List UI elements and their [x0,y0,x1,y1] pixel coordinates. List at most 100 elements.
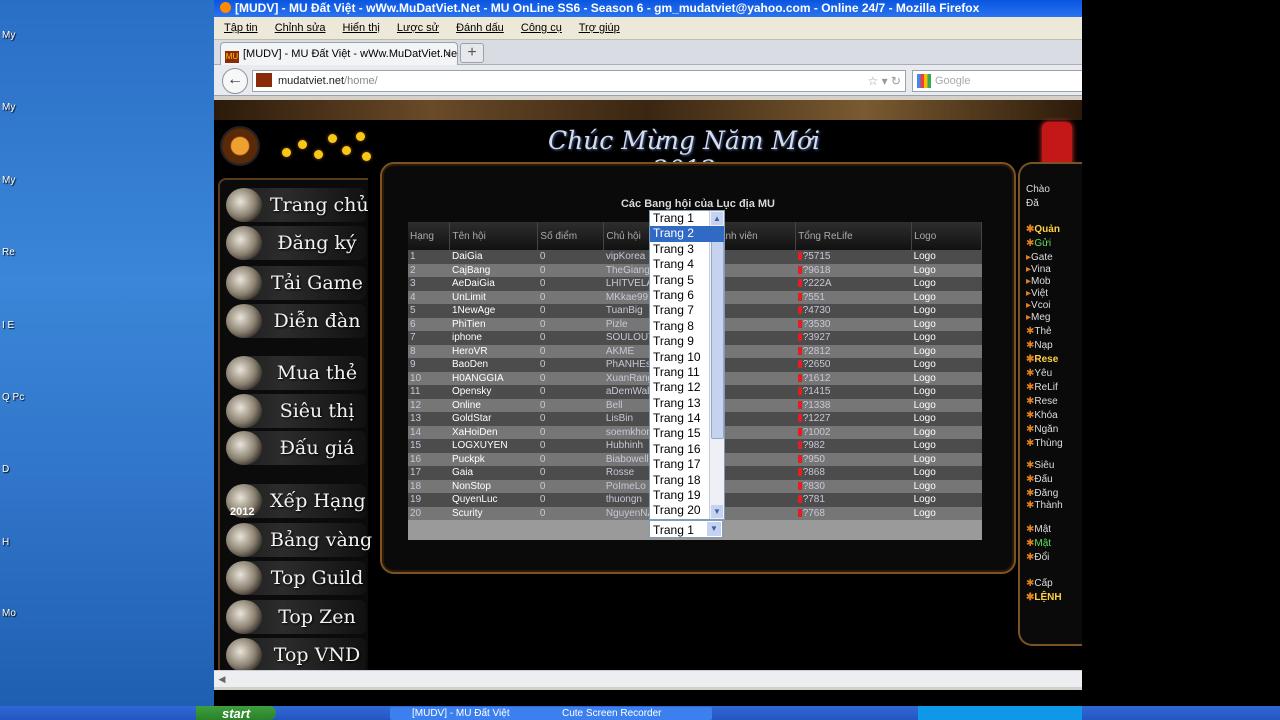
dropdown-option[interactable]: Trang 1 [650,211,724,226]
nav-top-zen[interactable]: Top Zen [226,600,366,634]
nav-top-vnd[interactable]: Top VND [226,638,366,670]
page-select-dropdown[interactable]: ▲ ▼ Trang 1 Trang 2 Trang 3 Trang 4 Trang 5T… [649,210,725,520]
sidebar-link[interactable]: ✱Rese [1026,354,1058,365]
dropdown-option[interactable]: Trang 20 [650,503,724,518]
dropdown-option[interactable]: Trang 6 [650,288,724,303]
guild-logo-link[interactable]: Logo [911,425,982,439]
sidebar-link[interactable]: ✱Cấp [1026,578,1053,589]
desktop-icon-label[interactable]: I E [2,320,14,331]
search-box[interactable]: Google [912,70,1082,92]
guild-logo-link[interactable]: Logo [911,263,982,277]
sidebar-link[interactable]: ✱Đăng [1026,488,1058,499]
sidebar-link[interactable]: ✱Thành [1026,500,1063,511]
sidebar-link[interactable]: ✱ReLif [1026,382,1058,393]
dropdown-option[interactable]: Trang 14 [650,411,724,426]
sidebar-link[interactable]: ✱Gửi [1026,238,1051,249]
sidebar-link[interactable]: ✱Ngăn [1026,424,1058,435]
guild-logo-link[interactable]: Logo [911,331,982,345]
window-titlebar[interactable]: [MUDV] - MU Đất Việt - wWw.MuDatViet.Net… [214,0,1082,17]
menu-bookmarks[interactable]: Đánh dấu [456,22,504,34]
close-tab-icon[interactable]: × [445,43,451,65]
menu-file[interactable]: Tập tin [224,22,258,34]
guild-logo-link[interactable]: Logo [911,466,982,480]
dropdown-option[interactable]: Trang 19 [650,488,724,503]
horizontal-scrollbar[interactable]: ◀ [214,670,1082,687]
desktop-icon-label[interactable]: My [2,102,15,113]
menu-edit[interactable]: Chỉnh sửa [275,22,326,34]
menu-help[interactable]: Trợ giúp [579,22,620,34]
new-tab-button[interactable]: + [460,43,484,63]
nav-auction[interactable]: Đấu giá [226,431,366,465]
dropdown-option[interactable]: Trang 12 [650,380,724,395]
guild-logo-link[interactable]: Logo [911,493,982,507]
nav-forum[interactable]: Diễn đàn [226,304,366,338]
guild-logo-link[interactable]: Logo [911,250,982,264]
sidebar-link[interactable]: ✱Nạp [1026,340,1053,351]
sidebar-link[interactable]: ▸Meg [1026,312,1050,323]
sidebar-link[interactable]: ✱Đấu [1026,474,1053,485]
dropdown-option[interactable]: Trang 15 [650,426,724,441]
guild-logo-link[interactable]: Logo [911,290,982,304]
sidebar-link[interactable]: ✱Siêu [1026,460,1054,471]
sidebar-link[interactable]: ▸Mob [1026,276,1050,287]
bookmark-star-icon[interactable]: ☆ ▾ ↻ [867,71,901,91]
guild-logo-link[interactable]: Logo [911,371,982,385]
nav-home[interactable]: Trang chủ [226,188,369,222]
guild-logo-link[interactable]: Logo [911,344,982,358]
sidebar-link[interactable]: ✱Đổi [1026,552,1049,563]
back-button[interactable]: ← [222,68,248,94]
dropdown-option[interactable]: Trang 4 [650,257,724,272]
taskbar-item-browser[interactable]: [MUDV] - MU Đất Việt [390,707,552,720]
dropdown-option[interactable]: Trang 13 [650,396,724,411]
guild-logo-link[interactable]: Logo [911,479,982,493]
menu-view[interactable]: Hiển thị [343,22,380,34]
sidebar-link[interactable]: ✱Quản [1026,224,1060,235]
desktop-icon-label[interactable]: Re [2,247,15,258]
dropdown-option[interactable]: Trang 3 [650,242,724,257]
nav-download[interactable]: Tải Game [226,266,366,300]
page-select[interactable]: Trang 1 ▼ [649,520,723,538]
taskbar-item-recorder[interactable]: Cute Screen Recorder [540,707,712,720]
sidebar-link[interactable]: ▸Vina [1026,264,1051,275]
dropdown-option[interactable]: Trang 11 [650,365,724,380]
sidebar-link[interactable]: ✱Yêu [1026,368,1052,379]
scroll-left-icon[interactable]: ◀ [216,673,228,685]
dropdown-option[interactable]: Trang 17 [650,457,724,472]
desktop-icon-label[interactable]: My [2,175,15,186]
browser-tab[interactable]: MU [MUDV] - MU Đất Việt - wWw.MuDatViet.N… [220,42,458,65]
nav-register[interactable]: Đăng ký [226,226,366,260]
guild-logo-link[interactable]: Logo [911,398,982,412]
dropdown-option[interactable]: Trang 9 [650,334,724,349]
sidebar-link[interactable]: ✱Mật [1026,524,1051,535]
dropdown-option[interactable]: Trang 2 [650,226,724,242]
start-button[interactable]: start [196,706,276,720]
desktop-icon-label[interactable]: My [2,30,15,41]
dropdown-option[interactable]: Trang 16 [650,442,724,457]
guild-logo-link[interactable]: Logo [911,358,982,372]
site-logo-icon[interactable] [220,126,260,166]
desktop-icon-label[interactable]: Q Pc [2,392,24,403]
dropdown-option[interactable]: Trang 10 [650,350,724,365]
guild-logo-link[interactable]: Logo [911,412,982,426]
guild-logo-link[interactable]: Logo [911,277,982,291]
guild-logo-link[interactable]: Logo [911,317,982,331]
dropdown-option[interactable]: Trang 18 [650,473,724,488]
desktop-icon-label[interactable]: Mo [2,608,16,619]
desktop-icon-label[interactable]: D [2,464,9,475]
guild-logo-link[interactable]: Logo [911,304,982,318]
nav-top-guild[interactable]: Top Guild [226,561,366,595]
address-bar[interactable]: mudatviet.net/home/ ☆ ▾ ↻ [252,70,906,92]
dropdown-option[interactable]: Trang 8 [650,319,724,334]
sidebar-link[interactable]: ✱Khóa [1026,410,1058,421]
menu-tools[interactable]: Công cụ [521,22,562,34]
guild-logo-link[interactable]: Logo [911,506,982,520]
nav-shop[interactable]: Siêu thị [226,394,366,428]
guild-logo-link[interactable]: Logo [911,439,982,453]
menu-history[interactable]: Lược sử [397,22,439,34]
nav-ranking[interactable]: 2012 Xếp Hạng [226,484,366,518]
sidebar-link[interactable]: ✱Mật [1026,538,1051,549]
dropdown-option[interactable]: Trang 7 [650,303,724,318]
sidebar-link[interactable]: ✱Thẻ [1026,326,1052,337]
sidebar-link[interactable]: ▸Việt [1026,288,1048,299]
sidebar-link[interactable]: ✱Rese [1026,396,1058,407]
